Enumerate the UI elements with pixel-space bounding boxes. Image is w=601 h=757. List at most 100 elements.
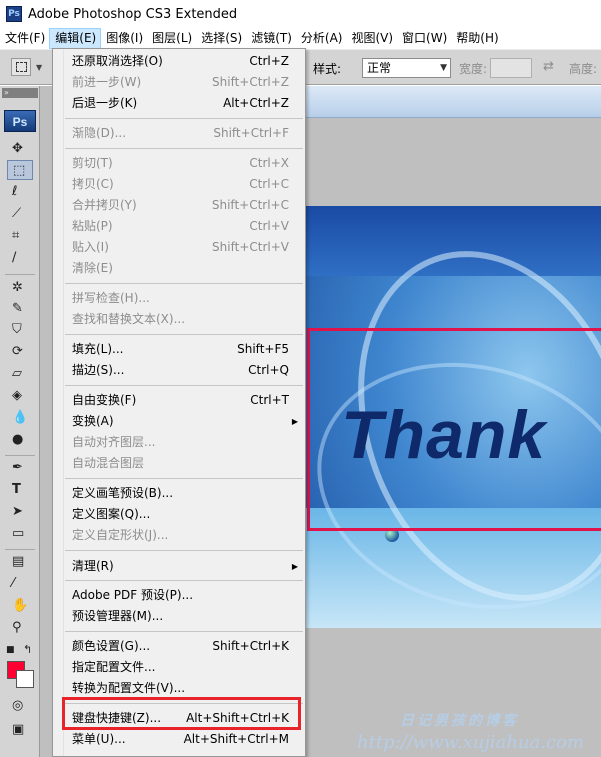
menu-image[interactable]: 图像(I) xyxy=(101,28,147,49)
eraser-tool-icon[interactable]: ▱ xyxy=(7,364,33,384)
width-label: 宽度: xyxy=(459,62,488,76)
quick-mask-icon[interactable]: ◎ xyxy=(7,696,33,716)
lasso-tool-icon[interactable]: ℓ xyxy=(7,182,33,202)
history-brush-tool-icon[interactable]: ⟳ xyxy=(7,342,33,362)
marquee-tool-icon[interactable]: ⬚ xyxy=(7,160,33,180)
menu-item-menus[interactable]: 菜单(U)... Alt+Shift+Ctrl+M xyxy=(53,729,305,750)
title-bar: Ps Adobe Photoshop CS3 Extended xyxy=(0,0,601,28)
menu-separator xyxy=(65,550,303,551)
menu-item-label: 自动对齐图层... xyxy=(72,435,156,449)
menu-item-shortcut: Ctrl+X xyxy=(249,156,289,170)
swap-colors-icon[interactable]: ↰ xyxy=(18,640,44,660)
photoshop-logo[interactable]: Ps xyxy=(4,110,36,132)
hand-tool-icon[interactable]: ✋ xyxy=(7,596,33,616)
submenu-arrow-icon: ▶ xyxy=(291,562,298,571)
path-selection-tool-icon[interactable]: ➤ xyxy=(7,502,33,522)
rectangle-tool-icon[interactable]: ▭ xyxy=(7,524,33,544)
menu-item-undo[interactable]: 还原取消选择(O) Ctrl+Z xyxy=(53,51,305,72)
menu-item-shortcut: Shift+F5 xyxy=(237,342,289,356)
menu-item-label: 预设管理器(M)... xyxy=(72,609,164,623)
screen-mode-icon[interactable]: ▣ xyxy=(7,720,33,740)
menu-item-label: 渐隐(D)... xyxy=(72,126,127,140)
menu-item-spell-check[interactable]: 拼写检查(H)... xyxy=(53,288,305,309)
healing-brush-tool-icon[interactable]: ✲ xyxy=(7,278,33,298)
menu-select[interactable]: 选择(S) xyxy=(196,28,246,49)
toolbox-divider xyxy=(5,455,35,456)
eyedropper-tool-icon[interactable]: ⁄ xyxy=(7,574,33,594)
swap-icon[interactable]: ⇄ xyxy=(543,59,554,74)
menu-item-shortcut: Ctrl+Z xyxy=(249,54,289,68)
menu-item-stroke[interactable]: 描边(S)... Ctrl+Q xyxy=(53,360,305,381)
menu-item-label: 后退一步(K) xyxy=(72,96,138,110)
menu-item-preset-manager[interactable]: 预设管理器(M)... xyxy=(53,606,305,627)
menu-item-shortcut: Ctrl+V xyxy=(249,219,289,233)
menu-item-clear[interactable]: 清除(E) xyxy=(53,258,305,279)
menu-item-convert-to-profile[interactable]: 转换为配置文件(V)... xyxy=(53,678,305,699)
highlight-annotation-box xyxy=(62,697,301,730)
menu-window[interactable]: 窗口(W) xyxy=(397,28,451,49)
document-title-bar[interactable] xyxy=(305,86,601,118)
menu-item-cut[interactable]: 剪切(T) Ctrl+X xyxy=(53,153,305,174)
tool-preset-picker[interactable] xyxy=(11,58,31,76)
menu-item-copy-merged[interactable]: 合并拷贝(Y) Shift+Ctrl+C xyxy=(53,195,305,216)
paint-bucket-tool-icon[interactable]: ◈ xyxy=(7,386,33,406)
menu-item-label: 粘贴(P) xyxy=(72,219,113,233)
menu-item-paste[interactable]: 粘贴(P) Ctrl+V xyxy=(53,216,305,237)
menu-item-free-transform[interactable]: 自由变换(F) Ctrl+T xyxy=(53,390,305,411)
move-tool-icon[interactable]: ✥ xyxy=(7,139,33,159)
menu-item-label: 拷贝(C) xyxy=(72,177,114,191)
menu-item-label: 前进一步(W) xyxy=(72,75,142,89)
menu-item-fill[interactable]: 填充(L)... Shift+F5 xyxy=(53,339,305,360)
menu-file[interactable]: 文件(F) xyxy=(0,28,49,49)
menu-item-copy[interactable]: 拷贝(C) Ctrl+C xyxy=(53,174,305,195)
zoom-tool-icon[interactable]: ⚲ xyxy=(7,618,33,638)
menu-edit[interactable]: 编辑(E) xyxy=(49,28,102,49)
notes-tool-icon[interactable]: ▤ xyxy=(7,552,33,572)
type-tool-icon[interactable]: T xyxy=(7,480,33,500)
menu-item-paste-into[interactable]: 贴入(I) Shift+Ctrl+V xyxy=(53,237,305,258)
menu-item-define-custom-shape[interactable]: 定义自定形状(J)... xyxy=(53,525,305,546)
menu-item-label: 自动混合图层 xyxy=(72,456,145,470)
menu-item-shortcut: Shift+Ctrl+K xyxy=(212,639,289,653)
clone-stamp-tool-icon[interactable]: ⛉ xyxy=(7,320,33,340)
crop-tool-icon[interactable]: ⌗ xyxy=(7,226,33,246)
magic-wand-tool-icon[interactable]: ⟋ xyxy=(7,204,33,224)
menu-layer[interactable]: 图层(L) xyxy=(147,28,196,49)
background-color-swatch[interactable] xyxy=(16,670,34,688)
menu-item-transform[interactable]: 变换(A) ▶ xyxy=(53,411,305,432)
menu-item-auto-align-layers[interactable]: 自动对齐图层... xyxy=(53,432,305,453)
dodge-tool-icon[interactable]: ● xyxy=(7,430,33,450)
panel-collapse-handle[interactable]: » xyxy=(2,88,38,98)
menu-item-assign-profile[interactable]: 指定配置文件... xyxy=(53,657,305,678)
menu-item-pdf-presets[interactable]: Adobe PDF 预设(P)... xyxy=(53,585,305,606)
menu-item-find-replace[interactable]: 查找和替换文本(X)... xyxy=(53,309,305,330)
menu-item-purge[interactable]: 清理(R) ▶ xyxy=(53,556,305,577)
toolbox-divider xyxy=(5,274,35,275)
menu-separator xyxy=(65,385,303,386)
style-select-value: 正常 xyxy=(367,61,392,75)
menu-item-step-forward[interactable]: 前进一步(W) Shift+Ctrl+Z xyxy=(53,72,305,93)
menu-item-fade[interactable]: 渐隐(D)... Shift+Ctrl+F xyxy=(53,123,305,144)
brush-tool-icon[interactable]: ✎ xyxy=(7,299,33,319)
menu-help[interactable]: 帮助(H) xyxy=(451,28,502,49)
menu-item-label: 变换(A) xyxy=(72,414,114,428)
height-label: 高度: xyxy=(569,62,598,76)
chevron-down-icon[interactable]: ▼ xyxy=(36,63,42,72)
width-field[interactable] xyxy=(490,58,532,78)
menu-item-step-backward[interactable]: 后退一步(K) Alt+Ctrl+Z xyxy=(53,93,305,114)
menu-analysis[interactable]: 分析(A) xyxy=(296,28,347,49)
menu-item-label: 描边(S)... xyxy=(72,363,125,377)
menu-item-label: 转换为配置文件(V)... xyxy=(72,681,186,695)
menu-item-label: 贴入(I) xyxy=(72,240,109,254)
blur-tool-icon[interactable]: 💧 xyxy=(7,408,33,428)
menu-item-color-settings[interactable]: 颜色设置(G)... Shift+Ctrl+K xyxy=(53,636,305,657)
menu-item-define-brush[interactable]: 定义画笔预设(B)... xyxy=(53,483,305,504)
style-select[interactable]: 正常 ▼ xyxy=(362,58,451,78)
menu-item-auto-blend-layers[interactable]: 自动混合图层 xyxy=(53,453,305,474)
menu-view[interactable]: 视图(V) xyxy=(346,28,397,49)
menu-filter[interactable]: 滤镜(T) xyxy=(246,28,296,49)
menu-item-shortcut: Ctrl+T xyxy=(250,393,289,407)
pen-tool-icon[interactable]: ✒ xyxy=(7,458,33,478)
menu-item-define-pattern[interactable]: 定义图案(Q)... xyxy=(53,504,305,525)
slice-tool-icon[interactable]: ∕ xyxy=(7,248,33,268)
